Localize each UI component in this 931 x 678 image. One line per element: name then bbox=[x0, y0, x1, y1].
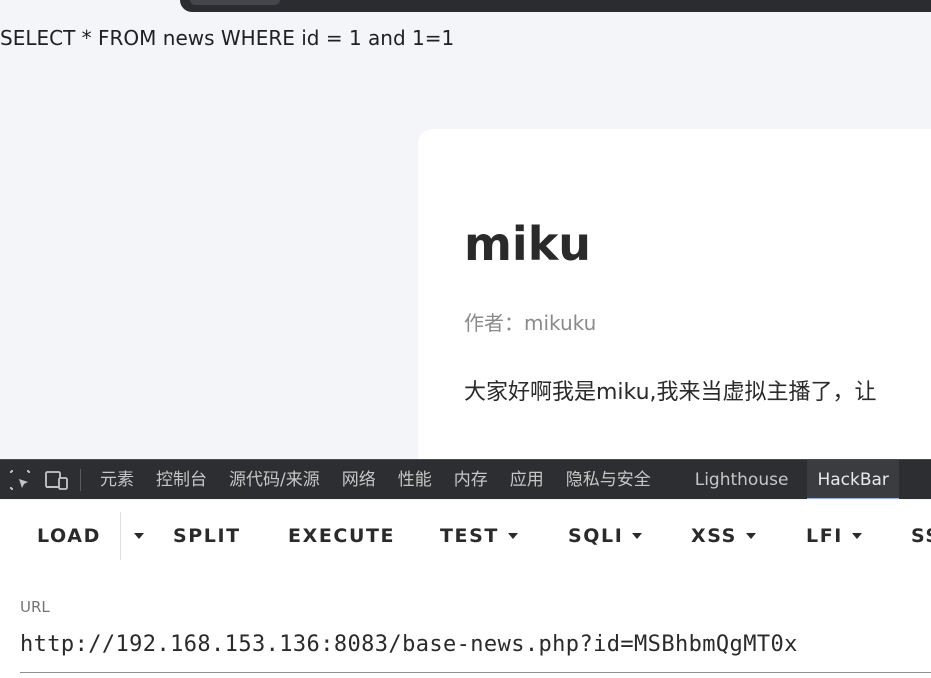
article-author: 作者：mikuku bbox=[464, 311, 597, 335]
hackbar-panel: LOAD SPLIT EXECUTE TEST SQLI XSS LFI SST… bbox=[0, 500, 931, 678]
devtools-tab-bar: 元素 控制台 源代码/来源 网络 性能 内存 应用 隐私与安全 Lighthou… bbox=[0, 459, 931, 499]
url-input-underline bbox=[20, 672, 931, 673]
test-button[interactable]: TEST bbox=[440, 512, 568, 560]
tab-lighthouse[interactable]: Lighthouse bbox=[684, 460, 800, 499]
sqli-button-label: SQLI bbox=[568, 525, 624, 547]
tab-elements[interactable]: 元素 bbox=[89, 460, 145, 499]
article-content: 大家好啊我是miku,我来当虚拟主播了，让 bbox=[464, 380, 877, 405]
xss-button[interactable]: XSS bbox=[691, 512, 806, 560]
chevron-down-icon bbox=[745, 533, 756, 539]
browser-toolbar bbox=[180, 0, 931, 12]
url-label: URL bbox=[20, 598, 50, 616]
chevron-down-icon bbox=[507, 533, 518, 539]
hackbar-toolbar: LOAD SPLIT EXECUTE TEST SQLI XSS LFI SST… bbox=[0, 512, 931, 560]
chevron-down-icon bbox=[851, 533, 862, 539]
xss-button-label: XSS bbox=[691, 525, 737, 547]
device-toolbar-icon[interactable] bbox=[40, 460, 74, 499]
tab-performance[interactable]: 性能 bbox=[387, 460, 443, 499]
article-title: miku bbox=[464, 217, 592, 271]
load-button[interactable]: LOAD bbox=[37, 512, 120, 560]
tab-memory[interactable]: 内存 bbox=[443, 460, 499, 499]
tab-application[interactable]: 应用 bbox=[499, 460, 555, 499]
split-button[interactable]: SPLIT bbox=[173, 512, 288, 560]
sql-query-text: SELECT * FROM news WHERE id = 1 and 1=1 bbox=[0, 26, 455, 50]
execute-button[interactable]: EXECUTE bbox=[288, 512, 440, 560]
browser-chrome bbox=[0, 0, 931, 22]
sqli-button[interactable]: SQLI bbox=[568, 512, 691, 560]
lfi-button[interactable]: LFI bbox=[806, 512, 911, 560]
test-button-label: TEST bbox=[440, 525, 499, 547]
ssti-button[interactable]: SSTI bbox=[911, 512, 931, 560]
tab-console[interactable]: 控制台 bbox=[145, 460, 218, 499]
tab-network[interactable]: 网络 bbox=[331, 460, 387, 499]
browser-tab[interactable] bbox=[190, 0, 280, 5]
lfi-button-label: LFI bbox=[806, 525, 843, 547]
article-card: miku 作者：mikuku 大家好啊我是miku,我来当虚拟主播了，让 bbox=[418, 129, 931, 469]
url-input[interactable]: http://192.168.153.136:8083/base-news.ph… bbox=[20, 632, 798, 657]
load-dropdown-button[interactable] bbox=[121, 512, 173, 560]
chevron-down-icon bbox=[632, 533, 643, 539]
inspect-element-icon[interactable] bbox=[0, 460, 40, 499]
tab-privacy-security[interactable]: 隐私与安全 bbox=[555, 460, 662, 499]
tab-hackbar[interactable]: HackBar bbox=[807, 460, 899, 499]
devtools-separator bbox=[80, 468, 81, 491]
chevron-down-icon bbox=[134, 533, 144, 539]
tab-sources[interactable]: 源代码/来源 bbox=[218, 460, 331, 499]
load-button-label: LOAD bbox=[37, 525, 101, 547]
